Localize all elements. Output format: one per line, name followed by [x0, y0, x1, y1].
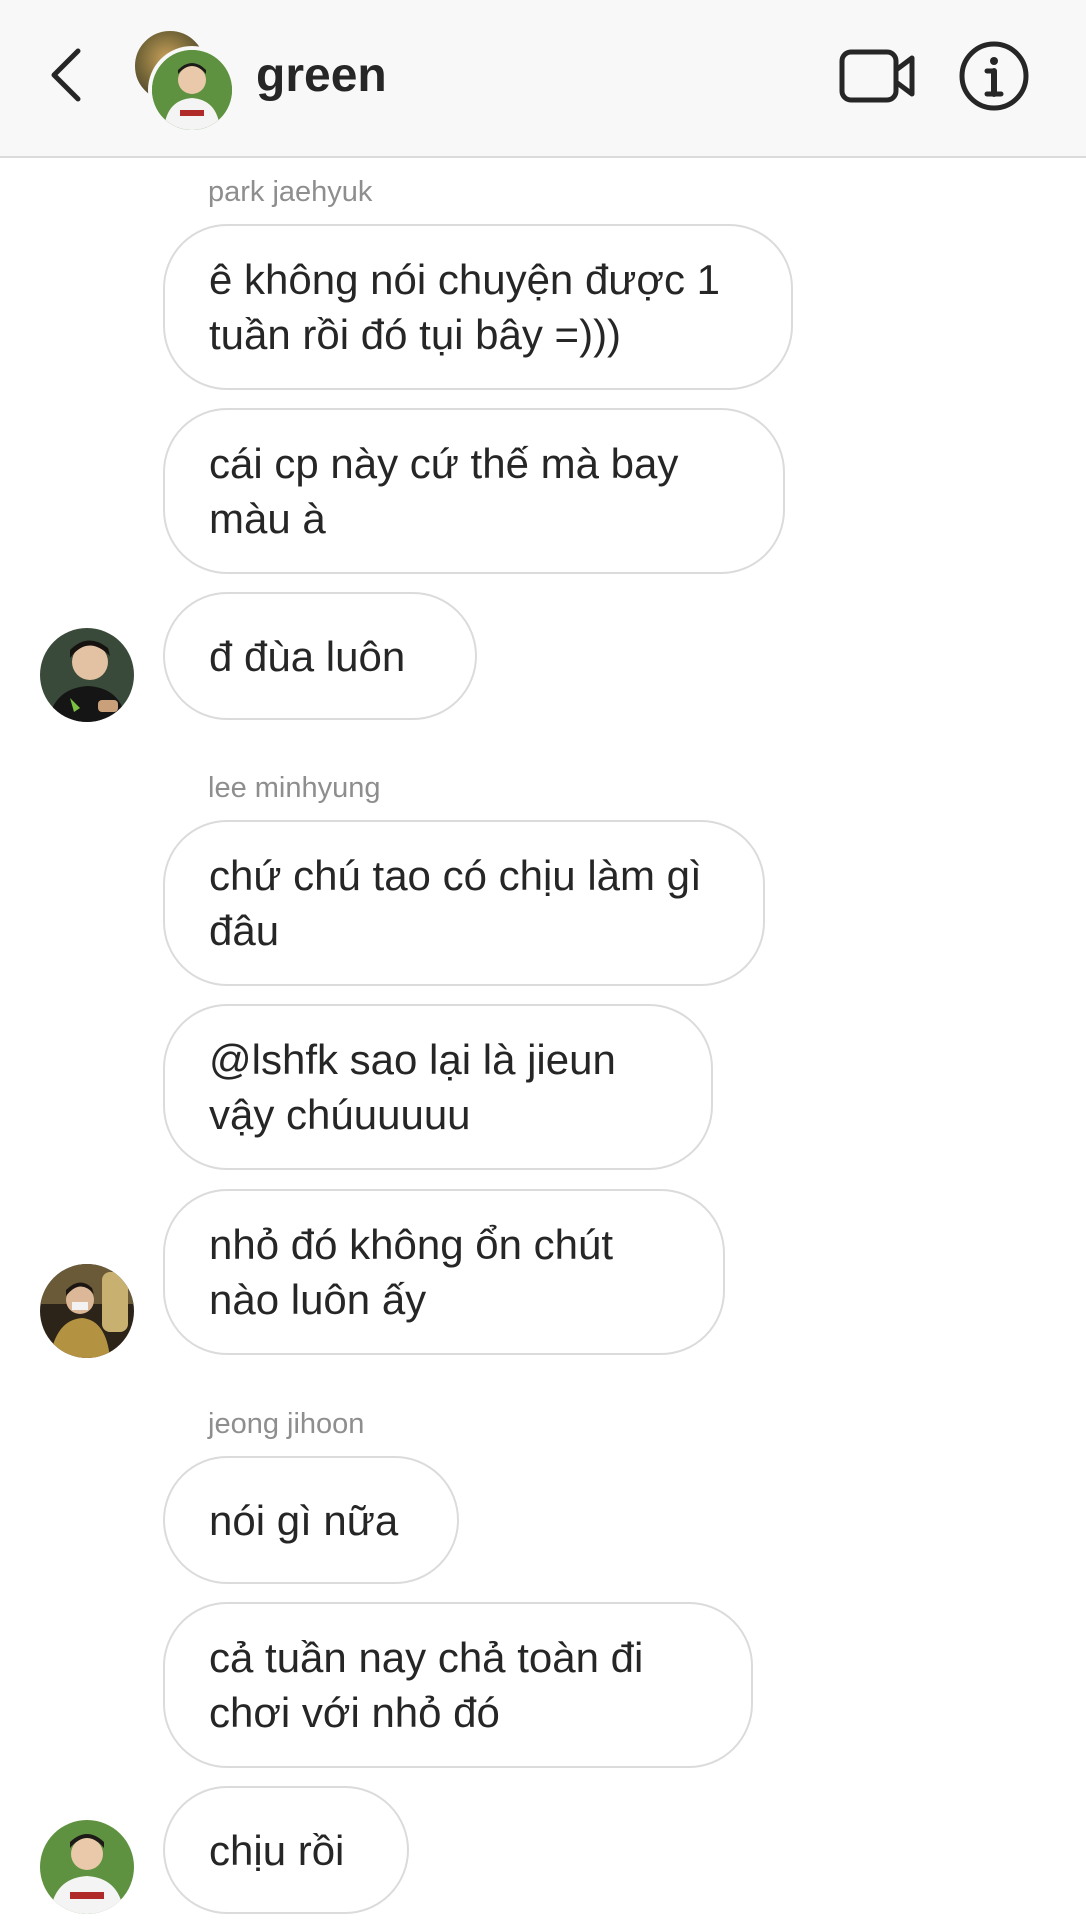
group-avatar[interactable] [132, 28, 236, 134]
message-bubble[interactable]: chịu rồi [163, 1786, 409, 1914]
back-button[interactable] [40, 45, 90, 105]
message-bubble[interactable]: cái cp này cứ thế mà bay màu à [163, 408, 785, 574]
message-text: cái cp này cứ thế mà bay màu à [209, 440, 679, 542]
chevron-left-icon [51, 48, 81, 102]
sender-name: jeong jihoon [208, 1408, 365, 1440]
message-bubble[interactable]: đ đùa luôn [163, 592, 477, 720]
message-bubble[interactable]: chứ chú tao có chịu làm gì đâu [163, 820, 765, 986]
chat-title[interactable]: green [256, 48, 387, 104]
message-bubble[interactable]: nói gì nữa [163, 1456, 459, 1584]
info-button[interactable] [958, 40, 1030, 112]
message-bubble[interactable]: cả tuần nay chả toàn đi chơi với nhỏ đó [163, 1602, 753, 1768]
message-text: nhỏ đó không ổn chút nào luôn ấy [209, 1221, 614, 1323]
avatar[interactable] [40, 628, 134, 722]
sender-name: lee minhyung [208, 772, 381, 804]
message-text: cả tuần nay chả toàn đi chơi với nhỏ đó [209, 1634, 644, 1736]
message-text: đ đùa luôn [209, 632, 406, 680]
message-text: nói gì nữa [209, 1496, 399, 1544]
chat-header: green [0, 0, 1086, 158]
message-bubble[interactable]: @lshfk sao lại là jieun vậy chúuuuuu [163, 1004, 713, 1170]
avatar[interactable] [40, 1264, 134, 1358]
message-text: chịu rồi [209, 1826, 345, 1874]
info-icon [959, 41, 1029, 111]
member-avatar-front [148, 46, 236, 134]
message-bubble[interactable]: nhỏ đó không ổn chút nào luôn ấy [163, 1189, 725, 1355]
video-camera-icon [839, 49, 915, 103]
sender-name: park jaehyuk [208, 176, 373, 208]
avatar[interactable] [40, 1820, 134, 1914]
video-call-button[interactable] [838, 46, 918, 106]
message-bubble[interactable]: ê không nói chuyện được 1 tuần rồi đó tụ… [163, 224, 793, 390]
message-text: ê không nói chuyện được 1 tuần rồi đó tụ… [209, 256, 720, 358]
message-text: @lshfk sao lại là jieun vậy chúuuuuu [209, 1036, 616, 1138]
message-text: chứ chú tao có chịu làm gì đâu [209, 852, 702, 954]
